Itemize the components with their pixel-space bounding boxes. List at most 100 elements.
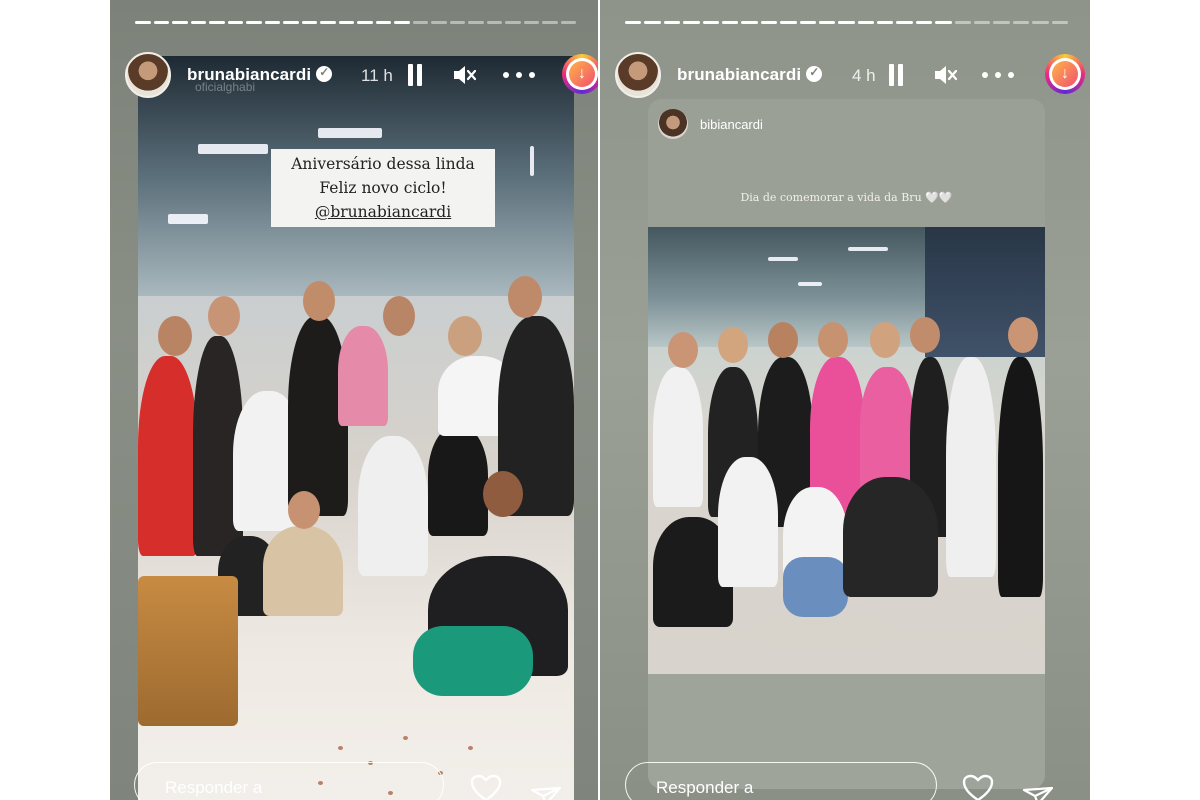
heart-icon[interactable] (470, 774, 502, 800)
story-header: brunabiancardi 11 h ↓ oficialghabi (125, 52, 598, 102)
person-head (448, 316, 482, 356)
progress-segment (974, 21, 991, 24)
progress-segment (505, 21, 521, 24)
person-head (718, 327, 748, 363)
progress-segment (915, 21, 933, 24)
speaker-muted-icon[interactable] (932, 62, 958, 88)
person-head (158, 316, 192, 356)
progress-segment (935, 21, 952, 24)
progress-segment (818, 21, 836, 24)
person-head (870, 322, 900, 358)
progress-segment (877, 21, 894, 24)
verified-badge-icon (316, 65, 333, 82)
person-head (818, 322, 848, 358)
pause-icon[interactable] (408, 64, 422, 86)
person (718, 457, 778, 587)
post-time: 4 h (852, 66, 876, 85)
progress-segment (431, 21, 447, 24)
progress-segment (135, 21, 151, 24)
progress-segment (209, 21, 225, 24)
tagged-username: oficialghabi (195, 80, 256, 94)
more-dots-icon[interactable] (982, 72, 1014, 78)
shared-username[interactable]: bibiancardi (700, 117, 763, 132)
shared-post-card[interactable]: bibiancardi Dia de comemorar a vida da B… (648, 99, 1045, 789)
person (413, 626, 533, 696)
person (428, 426, 488, 536)
reply-input[interactable]: Responder a (625, 762, 937, 800)
progress-segment (625, 21, 642, 24)
progress-segment (468, 21, 484, 24)
progress-segment (560, 21, 576, 24)
person-head (483, 471, 523, 517)
heart-icon[interactable] (962, 774, 994, 800)
progress-segment (301, 21, 317, 24)
progress-segment (523, 21, 539, 24)
caption-mention[interactable]: @brunabiancardi (271, 200, 495, 224)
progress-segment (283, 21, 299, 24)
progress-segment (486, 21, 502, 24)
person-head (668, 332, 698, 368)
person-head (288, 491, 320, 529)
person (998, 357, 1043, 597)
person-head (383, 296, 415, 336)
story-caption-text: Aniversário dessa linda Feliz novo ciclo… (271, 149, 495, 227)
story-panel-left[interactable]: Aniversário dessa linda Feliz novo ciclo… (110, 0, 598, 800)
download-icon: ↓ (1052, 61, 1078, 87)
reply-placeholder: Responder a (656, 778, 754, 797)
story-panel-right[interactable]: bibiancardi Dia de comemorar a vida da B… (600, 0, 1090, 800)
progress-segment (857, 21, 875, 24)
progress-segment (1012, 21, 1030, 24)
ceiling-light (848, 247, 888, 251)
verified-badge-icon (806, 65, 823, 82)
avatar[interactable] (125, 52, 171, 98)
ceiling-light (530, 146, 534, 176)
progress-segment (375, 21, 391, 24)
caption-line: Feliz novo ciclo! (319, 179, 447, 197)
send-icon[interactable] (530, 786, 562, 800)
send-icon[interactable] (1022, 786, 1054, 800)
progress-segment (683, 21, 700, 24)
reply-input[interactable]: Responder a (134, 762, 444, 800)
story-photo: Aniversário dessa linda Feliz novo ciclo… (138, 56, 574, 800)
progress-segment (264, 21, 280, 24)
username-row[interactable]: brunabiancardi (677, 65, 823, 85)
progress-segment (542, 21, 558, 24)
person-head (1008, 317, 1038, 353)
progress-segment (357, 21, 373, 24)
progress-segment (780, 21, 797, 24)
progress-segment (1051, 21, 1068, 24)
avatar[interactable] (658, 109, 688, 139)
progress-segment (954, 21, 972, 24)
progress-segment (246, 21, 262, 24)
progress-segment (227, 21, 243, 24)
progress-segment (993, 21, 1010, 24)
progress-segment (172, 21, 188, 24)
more-dots-icon[interactable] (503, 72, 535, 78)
progress-segment (799, 21, 816, 24)
progress-segment (702, 21, 719, 24)
download-icon: ↓ (569, 61, 595, 87)
progress-segment (896, 21, 913, 24)
ceiling-light (318, 128, 382, 138)
post-time: 11 h (361, 66, 393, 85)
shared-post-header: bibiancardi Dia de comemorar a vida da B… (648, 99, 1045, 227)
progress-segment (741, 21, 758, 24)
download-button[interactable]: ↓ (562, 54, 598, 94)
person-head (768, 322, 798, 358)
person (338, 326, 388, 426)
person (358, 436, 428, 576)
download-button[interactable]: ↓ (1045, 54, 1085, 94)
reply-placeholder: Responder a (165, 778, 263, 797)
progress-segment (320, 21, 336, 24)
person (843, 477, 938, 597)
speaker-muted-icon[interactable] (451, 62, 477, 88)
person-head (910, 317, 940, 353)
person (138, 356, 198, 556)
ceiling-light (798, 282, 822, 286)
avatar[interactable] (615, 52, 661, 98)
wooden-chair (138, 576, 238, 726)
person-head (508, 276, 542, 318)
username[interactable]: brunabiancardi (677, 65, 801, 84)
progress-segment (338, 21, 354, 24)
pause-icon[interactable] (889, 64, 903, 86)
